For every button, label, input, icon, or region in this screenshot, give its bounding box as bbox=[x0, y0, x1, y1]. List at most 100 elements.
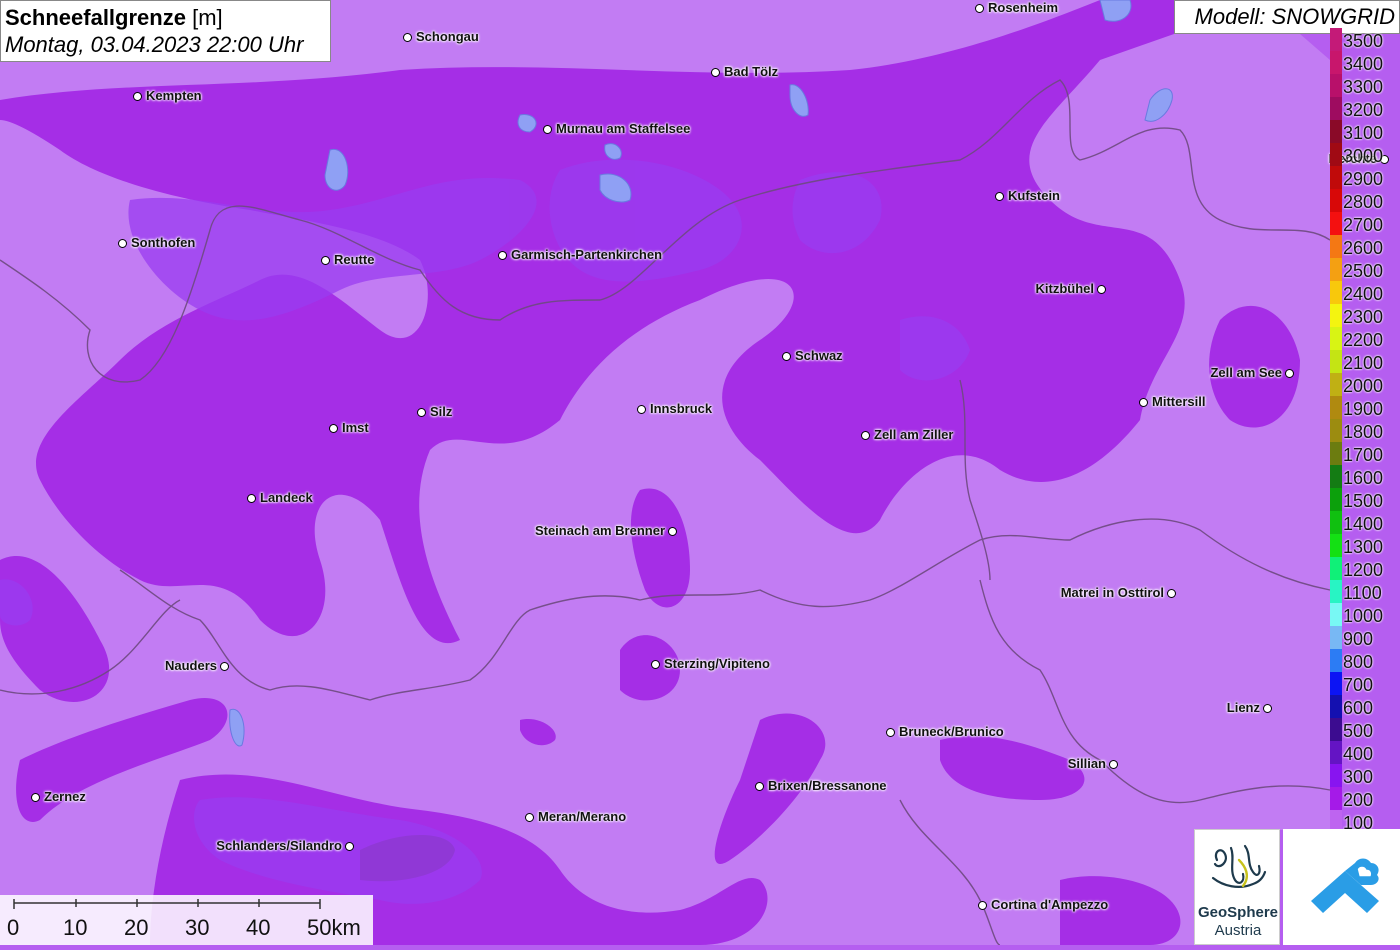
legend-label: 2900 bbox=[1343, 169, 1384, 189]
legend-label: 3300 bbox=[1343, 77, 1384, 97]
city-dot[interactable] bbox=[498, 251, 507, 260]
legend-label: 1900 bbox=[1343, 399, 1384, 419]
city-dot[interactable] bbox=[651, 660, 660, 669]
city-dot[interactable] bbox=[668, 527, 677, 536]
city-label: Kitzbühel bbox=[1035, 281, 1095, 296]
city-label: Zell am See bbox=[1210, 365, 1282, 380]
legend-label: 400 bbox=[1343, 744, 1374, 764]
legend-swatch bbox=[1330, 488, 1342, 511]
city-label: Schlanders/Silandro bbox=[216, 838, 342, 853]
city-dot[interactable] bbox=[1285, 369, 1294, 378]
legend-item: 1300 bbox=[1330, 534, 1400, 557]
legend-item: 2500 bbox=[1330, 258, 1400, 281]
city-dot[interactable] bbox=[975, 4, 984, 13]
city-dot[interactable] bbox=[1263, 704, 1272, 713]
legend-swatch bbox=[1330, 442, 1342, 465]
city-dot[interactable] bbox=[118, 239, 127, 248]
legend-item: 500 bbox=[1330, 718, 1400, 741]
scale-tick-40: 40 bbox=[246, 915, 271, 940]
city-dot[interactable] bbox=[525, 813, 534, 822]
city-dot[interactable] bbox=[543, 125, 552, 134]
legend-swatch bbox=[1330, 603, 1342, 626]
scale-tick-20: 20 bbox=[124, 915, 149, 940]
snowgrid-logo[interactable] bbox=[1283, 829, 1400, 945]
legend-swatch bbox=[1330, 97, 1342, 120]
scale-tick-30: 30 bbox=[185, 915, 210, 940]
city-dot[interactable] bbox=[995, 192, 1004, 201]
legend-item: 1000 bbox=[1330, 603, 1400, 626]
city-label: Zell am Ziller bbox=[874, 427, 954, 442]
city-dot[interactable] bbox=[417, 408, 426, 417]
legend-swatch bbox=[1330, 764, 1342, 787]
city-dot[interactable] bbox=[345, 842, 354, 851]
legend-label: 600 bbox=[1343, 698, 1374, 718]
city-dot[interactable] bbox=[321, 256, 330, 265]
legend-item: 800 bbox=[1330, 649, 1400, 672]
city-dot[interactable] bbox=[403, 33, 412, 42]
legend-item: 3400 bbox=[1330, 51, 1400, 74]
legend-label: 2600 bbox=[1343, 238, 1384, 258]
legend-label: 2100 bbox=[1343, 353, 1384, 373]
cloud-arrow-icon bbox=[1311, 858, 1379, 913]
snowline-map[interactable] bbox=[0, 0, 1400, 945]
map-title: Schneefallgrenze [m] bbox=[5, 4, 326, 31]
legend-swatch bbox=[1330, 672, 1342, 695]
city-label: Murnau am Staffelsee bbox=[556, 121, 691, 136]
legend-label: 300 bbox=[1343, 767, 1374, 787]
city-label: Bruneck/Brunico bbox=[899, 724, 1004, 739]
legend-swatch bbox=[1330, 212, 1342, 235]
city-label: Lienz bbox=[1226, 700, 1260, 715]
legend-item: 1900 bbox=[1330, 396, 1400, 419]
city-label: Innsbruck bbox=[650, 401, 713, 416]
legend-item: 2400 bbox=[1330, 281, 1400, 304]
city-label: Sonthofen bbox=[131, 235, 196, 250]
city-dot[interactable] bbox=[1109, 760, 1118, 769]
legend-swatch bbox=[1330, 51, 1342, 74]
city-dot[interactable] bbox=[220, 662, 229, 671]
legend-label: 1100 bbox=[1343, 583, 1382, 603]
legend-swatch bbox=[1330, 373, 1342, 396]
legend-item: 3000 bbox=[1330, 143, 1400, 166]
legend-label: 2800 bbox=[1343, 192, 1384, 212]
city-dot[interactable] bbox=[133, 92, 142, 101]
city-dot[interactable] bbox=[886, 728, 895, 737]
legend-label: 200 bbox=[1343, 790, 1374, 810]
scale-tick-0: 0 bbox=[7, 915, 20, 940]
city-dot[interactable] bbox=[1097, 285, 1106, 294]
geosphere-subtext: Austria bbox=[1214, 922, 1262, 939]
legend-item: 3500 bbox=[1330, 28, 1400, 51]
city-dot[interactable] bbox=[978, 901, 987, 910]
geosphere-logo[interactable]: GeoSphere Austria bbox=[1194, 829, 1280, 945]
legend-item: 1700 bbox=[1330, 442, 1400, 465]
legend-label: 1800 bbox=[1343, 422, 1384, 442]
legend-swatch bbox=[1330, 557, 1342, 580]
city-dot[interactable] bbox=[711, 68, 720, 77]
legend-swatch bbox=[1330, 304, 1342, 327]
city-dot[interactable] bbox=[782, 352, 791, 361]
legend-item: 2600 bbox=[1330, 235, 1400, 258]
legend-swatch bbox=[1330, 580, 1342, 603]
city-dot[interactable] bbox=[861, 431, 870, 440]
city-dot[interactable] bbox=[637, 405, 646, 414]
city-label: Schwaz bbox=[795, 348, 843, 363]
city-label: Sillian bbox=[1067, 756, 1106, 771]
city-label: Bad Tölz bbox=[724, 64, 779, 79]
legend-swatch bbox=[1330, 189, 1342, 212]
legend-swatch bbox=[1330, 396, 1342, 419]
legend-swatch bbox=[1330, 626, 1342, 649]
city-dot[interactable] bbox=[31, 793, 40, 802]
city-label: Mittersill bbox=[1152, 394, 1206, 409]
legend-label: 1200 bbox=[1343, 560, 1384, 580]
legend-label: 700 bbox=[1343, 675, 1374, 695]
city-dot[interactable] bbox=[329, 424, 338, 433]
city-dot[interactable] bbox=[1139, 398, 1148, 407]
legend-swatch bbox=[1330, 465, 1342, 488]
city-label: Schongau bbox=[416, 29, 479, 44]
city-dot[interactable] bbox=[247, 494, 256, 503]
city-dot[interactable] bbox=[755, 782, 764, 791]
city-dot[interactable] bbox=[1167, 589, 1176, 598]
legend-swatch bbox=[1330, 28, 1342, 51]
city-label: Steinach am Brenner bbox=[534, 523, 665, 538]
legend-swatch bbox=[1330, 327, 1342, 350]
legend-label: 2500 bbox=[1343, 261, 1384, 281]
